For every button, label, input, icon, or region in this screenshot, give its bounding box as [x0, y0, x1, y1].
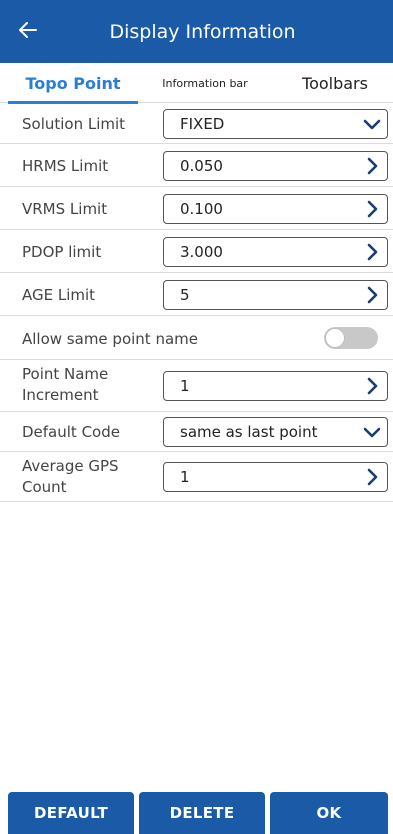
row-vrms-limit: VRMS Limit 0.100 [0, 187, 393, 230]
solution-limit-dropdown[interactable]: FIXED [163, 109, 388, 139]
solution-limit-label: Solution Limit [22, 115, 126, 133]
hrms-limit-value: 0.050 [180, 157, 223, 175]
settings-list: Solution Limit FIXED HRMS Limit 0.050 VR… [0, 103, 393, 502]
point-name-increment-label-line2: Increment [22, 386, 99, 404]
toggle-knob [325, 328, 345, 348]
default-code-value: same as last point [180, 423, 318, 441]
average-gps-count-label-line2: Count [22, 478, 67, 496]
vrms-limit-label: VRMS Limit [22, 200, 108, 218]
tab-information-bar[interactable]: Information bar [140, 63, 270, 103]
hrms-limit-label: HRMS Limit [22, 157, 109, 175]
delete-button[interactable]: DELETE [139, 792, 265, 834]
point-name-increment-label-line1: Point Name [22, 365, 109, 383]
point-name-increment-input[interactable]: 1 [163, 371, 388, 401]
chevron-right-icon [357, 285, 387, 305]
default-button[interactable]: DEFAULT [8, 792, 134, 834]
chevron-down-icon [357, 422, 387, 442]
footer-bar: DEFAULT DELETE OK [0, 792, 393, 834]
chevron-down-icon [357, 114, 387, 134]
chevron-right-icon [357, 242, 387, 262]
row-average-gps-count: Average GPS Count 1 [0, 452, 393, 502]
pdop-limit-value: 3.000 [180, 243, 223, 261]
average-gps-count-label-line1: Average GPS [22, 457, 119, 475]
app-header: Display Information [0, 0, 393, 63]
chevron-right-icon [357, 376, 387, 396]
row-pdop-limit: PDOP limit 3.000 [0, 230, 393, 273]
pdop-limit-input[interactable]: 3.000 [163, 237, 388, 267]
row-default-code: Default Code same as last point [0, 412, 393, 452]
row-point-name-increment: Point Name Increment 1 [0, 360, 393, 412]
age-limit-value: 5 [180, 286, 190, 304]
page-title: Display Information [109, 20, 296, 43]
row-hrms-limit: HRMS Limit 0.050 [0, 144, 393, 187]
row-allow-same-point-name: Allow same point name [0, 316, 393, 360]
chevron-right-icon [357, 199, 387, 219]
row-age-limit: AGE Limit 5 [0, 273, 393, 316]
ok-button[interactable]: OK [270, 792, 388, 834]
vrms-limit-value: 0.100 [180, 200, 223, 218]
allow-same-name-toggle[interactable] [324, 327, 378, 349]
age-limit-label: AGE Limit [22, 286, 96, 304]
vrms-limit-input[interactable]: 0.100 [163, 194, 388, 224]
default-code-label: Default Code [22, 423, 120, 441]
tab-topo-point[interactable]: Topo Point [8, 63, 138, 104]
hrms-limit-input[interactable]: 0.050 [163, 151, 388, 181]
average-gps-count-input[interactable]: 1 [163, 462, 388, 492]
chevron-right-icon [357, 156, 387, 176]
pdop-limit-label: PDOP limit [22, 243, 102, 261]
point-name-increment-value: 1 [180, 377, 190, 395]
age-limit-input[interactable]: 5 [163, 280, 388, 310]
tab-bar: Topo Point Information bar Toolbars [0, 63, 393, 104]
arrow-left-icon [16, 18, 40, 46]
chevron-right-icon [357, 467, 387, 487]
default-code-dropdown[interactable]: same as last point [163, 417, 388, 447]
solution-limit-value: FIXED [180, 115, 225, 133]
tab-toolbars[interactable]: Toolbars [282, 63, 388, 103]
row-solution-limit: Solution Limit FIXED [0, 103, 393, 144]
allow-same-name-label: Allow same point name [22, 330, 198, 348]
back-button[interactable] [6, 0, 50, 63]
average-gps-count-value: 1 [180, 468, 190, 486]
